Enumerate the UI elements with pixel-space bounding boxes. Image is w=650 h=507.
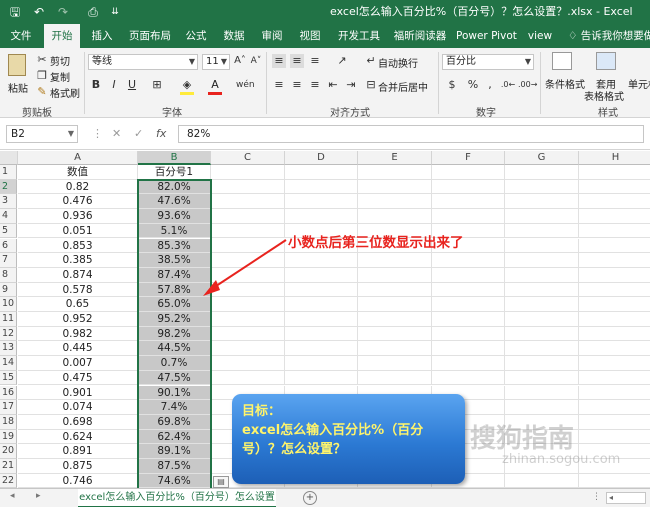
goal-callout: 目标： excel怎么输入百分比%（百分 号）？怎么设置？ [232,394,465,484]
annotation-text: 小数点后第三位数显示出来了 [288,235,464,251]
add-sheet-icon[interactable]: + [303,491,317,505]
prev-sheet-icon[interactable]: ◂ [10,491,15,501]
watermark-url: zhinan.sogou.com [502,452,621,467]
callout-line-1: 目标： [242,404,282,419]
callout-line-2: excel怎么输入百分比%（百分 [242,423,424,438]
arrow-line [209,239,287,291]
callout-line-3: 号）？怎么设置？ [242,442,347,457]
arrow-head [203,280,220,296]
sheet-tab-bar: ◂ ▸ excel怎么输入百分比%（百分号）怎么设置 + ⋮ ◂ [0,488,650,507]
horizontal-scrollbar[interactable]: ◂ [606,492,646,504]
watermark: 搜狗指南 [470,424,575,454]
next-sheet-icon[interactable]: ▸ [36,491,41,501]
sheet-tab-active[interactable]: excel怎么输入百分比%（百分号）怎么设置 [78,489,276,507]
more-sheets-icon[interactable]: ⋮ [592,492,601,502]
quick-analysis-icon[interactable]: ▤ [213,476,229,488]
